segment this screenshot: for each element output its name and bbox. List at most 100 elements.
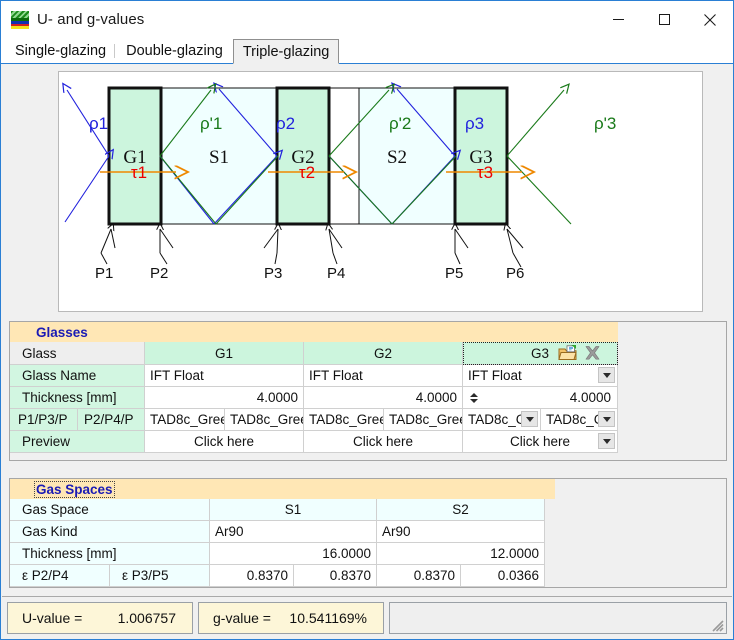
- glasses-eps-left-g1[interactable]: TAD8c_Gree: [145, 409, 225, 431]
- glasses-panel-title: Glasses: [36, 324, 88, 340]
- tab-divider: [114, 44, 116, 58]
- glasses-eps-right-g1[interactable]: TAD8c_Gree: [225, 409, 304, 431]
- glasses-thickness-g3[interactable]: 4.0000: [463, 387, 618, 409]
- tab-single-glazing-label: Single-glazing: [15, 43, 107, 59]
- gas-row-label-eps-right: ε P3/P5: [110, 565, 210, 587]
- glasses-eps-right-g3[interactable]: TAD8c_C: [541, 409, 618, 431]
- g-value-value: 10.541169%: [289, 609, 367, 626]
- app-glazing-icon: [11, 10, 29, 29]
- diagram-label-rho3: ρ3: [465, 114, 484, 133]
- diagram-label-rho-prime-3: ρ'3: [594, 114, 616, 133]
- delete-x-icon[interactable]: [584, 345, 601, 361]
- g-value-label: g-value =: [213, 609, 271, 626]
- gas-thickness-s1[interactable]: 16.0000: [210, 543, 377, 565]
- gas-eps-left-s1[interactable]: 0.8370: [210, 565, 294, 587]
- gas-eps-right-s2[interactable]: 0.0366: [461, 565, 545, 587]
- diagram-label-s2: S2: [387, 147, 407, 168]
- glazing-diagram: G1 S1 G2 S2 G3 ρ1 ρ'1 ρ2 ρ'2 ρ3 ρ'3 τ1 τ…: [58, 71, 703, 312]
- diagram-label-rho-prime-2: ρ'2: [389, 114, 411, 133]
- glasses-row-label-thickness: Thickness [mm]: [10, 387, 145, 409]
- diagram-label-tau1: τ1: [131, 163, 147, 182]
- gas-thickness-s2[interactable]: 12.0000: [377, 543, 545, 565]
- glasses-eps-left-g2[interactable]: TAD8c_Gree: [304, 409, 384, 431]
- gas-eps-right-s1[interactable]: 0.8370: [294, 565, 377, 587]
- glasses-thickness-g1[interactable]: 4.0000: [145, 387, 304, 409]
- diagram-label-tau3: τ3: [477, 163, 493, 182]
- diagram-label-rho1: ρ1: [89, 114, 108, 133]
- glasses-eps-right-g3-value: TAD8c_C: [546, 412, 604, 427]
- window-controls: [595, 1, 733, 38]
- diagram-label-p6: P6: [506, 265, 524, 282]
- folder-open-icon[interactable]: [558, 345, 577, 361]
- glasses-row-label-eps-right: P2/P4/P: [78, 409, 145, 431]
- gas-kind-s2[interactable]: Ar90: [377, 521, 545, 543]
- u-value-field: U-value = 1.006757: [7, 601, 193, 634]
- glazing-diagram-svg: G1 S1 G2 S2 G3 ρ1 ρ'1 ρ2 ρ'2 ρ3 ρ'3 τ1 τ…: [59, 72, 616, 282]
- tab-single-glazing[interactable]: Single-glazing: [5, 39, 116, 63]
- glasses-preview-g3-value: Click here: [509, 434, 571, 449]
- eps-right-dropdown-arrow-icon[interactable]: [598, 411, 615, 427]
- glasses-glass-name-g2[interactable]: IFT Float: [304, 365, 463, 387]
- app-window: U- and g-values Single-glazing Double-gl…: [0, 0, 734, 640]
- thickness-spinner-icon[interactable]: [466, 389, 482, 407]
- gas-row-label-thickness: Thickness [mm]: [10, 543, 210, 565]
- title-bar: U- and g-values: [1, 1, 733, 38]
- glasses-preview-g3[interactable]: Click here: [463, 431, 618, 453]
- glasses-col-header-g1[interactable]: G1: [145, 342, 304, 365]
- gas-row-label-gas-kind: Gas Kind: [10, 521, 210, 543]
- gas-spaces-panel-title: Gas Spaces: [34, 480, 115, 498]
- glasses-row-label-preview: Preview: [10, 431, 145, 453]
- tab-bar: Single-glazing Double-glazing Triple-gla…: [1, 38, 733, 64]
- tab-triple-glazing[interactable]: Triple-glazing: [232, 39, 340, 64]
- glasses-thickness-g3-value: 4.0000: [569, 390, 611, 405]
- u-value-value: 1.006757: [117, 609, 176, 626]
- window-title: U- and g-values: [37, 11, 145, 28]
- g-value-field: g-value = 10.541169%: [198, 601, 384, 634]
- glasses-row-label-glass: Glass: [10, 342, 145, 365]
- tab-triple-glazing-label: Triple-glazing: [242, 44, 330, 60]
- gas-kind-s1[interactable]: Ar90: [210, 521, 377, 543]
- diagram-label-p2: P2: [150, 265, 168, 282]
- glasses-glass-name-g3[interactable]: IFT Float: [463, 365, 618, 387]
- maximize-button[interactable]: [641, 1, 687, 38]
- gas-spaces-panel-header: Gas Spaces: [10, 479, 555, 499]
- gas-row-label-eps-left: ε P2/P4: [10, 565, 110, 587]
- diagram-label-s1: S1: [209, 147, 229, 168]
- resize-grip-icon[interactable]: [710, 618, 724, 632]
- glasses-preview-g1[interactable]: Click here: [145, 431, 304, 453]
- gas-spaces-panel: Gas Spaces Gas Space S1 S2 Gas Kind Ar90…: [9, 478, 727, 588]
- glasses-col-header-g3[interactable]: G3: [463, 342, 618, 365]
- glasses-thickness-g2[interactable]: 4.0000: [304, 387, 463, 409]
- diagram-label-tau2: τ2: [299, 163, 315, 182]
- glasses-row-label-eps-left: P1/P3/P: [10, 409, 78, 431]
- gas-col-header-s1[interactable]: S1: [210, 499, 377, 521]
- glasses-glass-name-g1[interactable]: IFT Float: [145, 365, 304, 387]
- diagram-label-p5: P5: [445, 265, 463, 282]
- gas-eps-left-s2[interactable]: 0.8370: [377, 565, 461, 587]
- glasses-panel-header: Glasses: [10, 322, 618, 342]
- tab-double-glazing[interactable]: Double-glazing: [116, 39, 233, 63]
- glasses-panel: Glasses Glass G1 G2 G3 Glass Name IFT Fl…: [9, 321, 727, 461]
- glasses-preview-g2[interactable]: Click here: [304, 431, 463, 453]
- diagram-label-p3: P3: [264, 265, 282, 282]
- preview-dropdown-arrow-icon[interactable]: [598, 433, 615, 449]
- u-value-label: U-value =: [22, 609, 83, 626]
- glasses-col-header-g2[interactable]: G2: [304, 342, 463, 365]
- close-button[interactable]: [687, 1, 733, 38]
- gas-col-header-s2[interactable]: S2: [377, 499, 545, 521]
- gas-row-label-gas-space: Gas Space: [10, 499, 210, 521]
- glass-name-dropdown-arrow-icon[interactable]: [598, 367, 615, 383]
- eps-left-dropdown-arrow-icon[interactable]: [521, 411, 538, 427]
- status-bar: U-value = 1.006757 g-value = 10.541169%: [2, 596, 732, 638]
- glasses-eps-right-g2[interactable]: TAD8c_Gree: [384, 409, 463, 431]
- diagram-label-rho2: ρ2: [276, 114, 295, 133]
- minimize-button[interactable]: [595, 1, 641, 38]
- diagram-label-p1: P1: [95, 265, 113, 282]
- glasses-eps-left-g3[interactable]: TAD8c_C: [463, 409, 541, 431]
- diagram-label-rho-prime-1: ρ'1: [200, 114, 222, 133]
- status-spacer: [389, 601, 727, 634]
- glasses-glass-name-g3-value: IFT Float: [468, 368, 522, 383]
- glasses-eps-left-g3-value: TAD8c_C: [468, 412, 526, 427]
- glasses-row-label-glass-name: Glass Name: [10, 365, 145, 387]
- diagram-label-p4: P4: [327, 265, 345, 282]
